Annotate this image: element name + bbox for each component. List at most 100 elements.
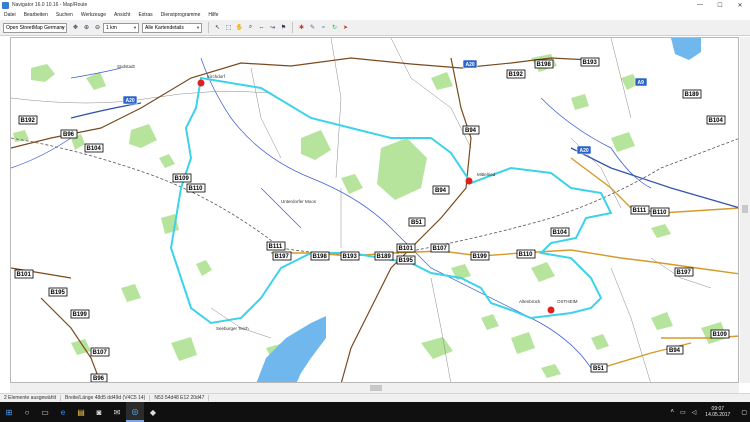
road-shield-b94[interactable]: B94	[462, 125, 480, 135]
volume-icon[interactable]: ◁	[692, 409, 697, 416]
track-icon[interactable]: ≈	[319, 23, 328, 32]
notification-icon[interactable]: ▢	[741, 409, 747, 416]
svg-text:B96: B96	[63, 132, 75, 138]
forest-area	[13, 130, 29, 142]
road-shield-b104[interactable]: B104	[84, 143, 104, 153]
waypoint-icon[interactable]: ⚑	[279, 23, 288, 32]
system-tray: ˄ ▭ ◁ 09:07 14.05.2017 ▢	[667, 402, 750, 422]
scroll-thumb[interactable]	[370, 385, 382, 391]
road-shield-b94[interactable]: B94	[432, 185, 450, 195]
road-shield-b192[interactable]: B192	[506, 69, 526, 79]
horizontal-scrollbar[interactable]	[10, 383, 739, 393]
minimize-button[interactable]: —	[690, 0, 710, 10]
select-icon[interactable]: ⬚	[224, 23, 233, 32]
zoom-in-icon[interactable]: ⊕	[82, 23, 91, 32]
road-shield-b101[interactable]: B101	[14, 269, 34, 279]
scale-select[interactable]: 1 km ▼	[103, 22, 139, 33]
menu-edit[interactable]: Bearbeiten	[24, 12, 48, 18]
road-shield-a9[interactable]: A9	[634, 77, 648, 87]
location-marker[interactable]	[197, 79, 205, 87]
road-shield-b197[interactable]: B197	[272, 251, 292, 261]
maximize-button[interactable]: ☐	[710, 0, 730, 10]
close-button[interactable]: ✕	[730, 0, 750, 10]
menu-utilities[interactable]: Dienstprogramme	[161, 12, 201, 18]
road-shield-b111[interactable]: B111	[266, 241, 286, 251]
road-shield-b189[interactable]: B189	[374, 251, 394, 261]
location-marker[interactable]	[465, 177, 473, 185]
road-shield-b104[interactable]: B104	[550, 227, 570, 237]
forest-area	[651, 312, 673, 330]
road-shield-b51[interactable]: B51	[590, 363, 608, 373]
road-shield-b107[interactable]: B107	[430, 243, 450, 253]
vertical-scrollbar[interactable]	[740, 37, 750, 383]
main-road	[340, 57, 472, 382]
road-shield-b197[interactable]: B197	[674, 267, 694, 277]
pan-icon[interactable]: ✥	[71, 23, 80, 32]
layer-select[interactable]: Alle Kartendetails ▼	[142, 22, 202, 33]
road-shield-b96[interactable]: B96	[60, 129, 78, 139]
road-shield-b194[interactable]: B94	[666, 345, 684, 355]
road-shield-b192[interactable]: B192	[18, 115, 38, 125]
road-shield-b193[interactable]: B193	[580, 57, 600, 67]
road-shield-b110[interactable]: B110	[186, 183, 206, 193]
menu-tools[interactable]: Werkzeuge	[81, 12, 106, 18]
menu-file[interactable]: Datei	[4, 12, 16, 18]
map-view[interactable]: A20 A20 A20 A9 B192 B96 B104 B109 B110 B…	[10, 37, 739, 383]
menu-help[interactable]: Hilfe	[208, 12, 218, 18]
draw-icon[interactable]: ✎	[308, 23, 317, 32]
svg-text:B192: B192	[21, 118, 36, 124]
search-icon[interactable]: ○	[18, 402, 36, 422]
road-shield-b189[interactable]: B189	[682, 89, 702, 99]
navigator-app-icon[interactable]: ◎	[126, 402, 144, 422]
task-view-icon[interactable]: ▭	[36, 402, 54, 422]
road-shield-a20[interactable]: A20	[122, 95, 138, 105]
road-shield-b198[interactable]: B198	[534, 59, 554, 69]
road-shield-b51[interactable]: B51	[408, 217, 426, 227]
menu-extras[interactable]: Extras	[138, 12, 152, 18]
road-shield-b195[interactable]: B195	[48, 287, 68, 297]
clock[interactable]: 09:07 14.05.2017	[705, 406, 730, 418]
road-shield-a20[interactable]: A20	[462, 59, 478, 69]
zoom-out-icon[interactable]: ⊖	[93, 23, 102, 32]
send-icon[interactable]: ➤	[341, 23, 350, 32]
hand-icon[interactable]: ✋	[235, 23, 244, 32]
pointer-icon[interactable]: ↖	[213, 23, 222, 32]
road-shield-b193[interactable]: B193	[340, 251, 360, 261]
road-shield-b107[interactable]: B107	[90, 347, 110, 357]
road-shield-b198[interactable]: B198	[310, 251, 330, 261]
store-icon[interactable]: ◙	[90, 402, 108, 422]
measure-icon[interactable]: ⇔	[257, 23, 266, 32]
road-shield-b101[interactable]: B101	[396, 243, 416, 253]
edge-browser-icon[interactable]: e	[54, 402, 72, 422]
chevron-up-icon[interactable]: ˄	[670, 409, 674, 415]
road-shield-b109[interactable]: B109	[710, 329, 730, 339]
zoom-box-icon[interactable]: ⌕	[246, 23, 255, 32]
map-select[interactable]: Open StreetMap Germany ▼	[3, 22, 67, 33]
menu-view[interactable]: Ansicht	[114, 12, 130, 18]
windows-start-icon[interactable]: ⊞	[0, 402, 18, 422]
road-shield-b195[interactable]: B195	[396, 255, 416, 265]
settings-icon[interactable]: ✱	[297, 23, 306, 32]
scroll-thumb[interactable]	[742, 205, 748, 213]
road-shield-b96[interactable]: B96	[90, 373, 108, 382]
mail-icon[interactable]: ✉	[108, 402, 126, 422]
road-shield-b199[interactable]: B199	[70, 309, 90, 319]
forest-area	[591, 334, 609, 350]
svg-text:B110: B110	[189, 186, 204, 192]
road-shield-b110x[interactable]: B110	[516, 249, 536, 259]
menu-search[interactable]: Suchen	[56, 12, 73, 18]
road-shield-b111[interactable]: B111	[630, 205, 650, 215]
forest-area	[571, 94, 589, 110]
route-icon[interactable]: ↝	[268, 23, 277, 32]
file-explorer-icon[interactable]: ▤	[72, 402, 90, 422]
app-icon[interactable]: ◆	[144, 402, 162, 422]
road-shield-b104[interactable]: B104	[706, 115, 726, 125]
minor-road	[430, 277, 451, 382]
network-icon[interactable]: ▭	[680, 409, 686, 416]
road-shield-b109[interactable]: B109	[172, 173, 192, 183]
refresh-icon[interactable]: ↻	[330, 23, 339, 32]
road-shield-b110[interactable]: B110	[650, 207, 670, 217]
road-shield-b199[interactable]: B199	[470, 251, 490, 261]
road-shield-a20[interactable]: A20	[576, 145, 592, 155]
location-marker[interactable]	[547, 306, 555, 314]
